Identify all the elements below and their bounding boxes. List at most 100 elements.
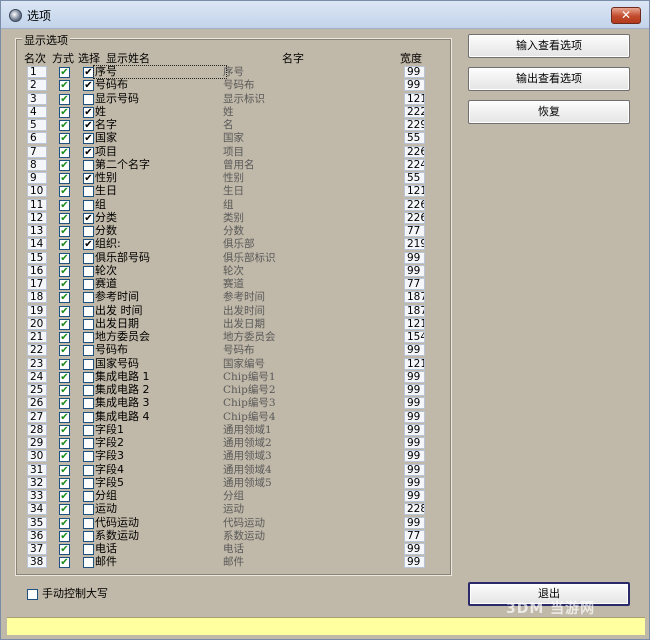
width-field[interactable]: 99 xyxy=(404,370,425,383)
import-view-options-button[interactable]: 输入查看选项 xyxy=(468,34,630,58)
mode-checkbox[interactable]: ✔ xyxy=(59,133,70,145)
width-field[interactable]: 99 xyxy=(404,556,425,569)
select-checkbox[interactable] xyxy=(83,438,94,449)
rank-field[interactable]: 33 xyxy=(27,490,47,502)
rank-field[interactable]: 35 xyxy=(27,516,47,529)
rank-field[interactable]: 11 xyxy=(27,198,47,211)
width-field[interactable]: 99 xyxy=(404,450,425,463)
width-field[interactable]: 226 xyxy=(404,145,425,158)
mode-checkbox[interactable]: ✔ xyxy=(59,557,70,569)
width-field[interactable]: 99 xyxy=(404,490,425,502)
width-field[interactable]: 226 xyxy=(404,211,425,224)
select-checkbox[interactable] xyxy=(83,318,94,330)
rank-field[interactable]: 38 xyxy=(27,556,47,569)
mode-checkbox[interactable]: ✔ xyxy=(59,504,70,516)
rank-field[interactable]: 28 xyxy=(27,423,47,436)
rank-field[interactable]: 27 xyxy=(27,410,47,423)
mode-checkbox[interactable]: ✔ xyxy=(59,239,70,251)
rank-field[interactable]: 26 xyxy=(27,397,47,410)
select-checkbox[interactable]: ✔ xyxy=(83,146,94,158)
rank-field[interactable]: 17 xyxy=(27,278,47,290)
width-field[interactable]: 154 xyxy=(404,331,425,343)
mode-checkbox[interactable]: ✔ xyxy=(59,451,70,463)
width-field[interactable]: 229 xyxy=(404,119,425,131)
mode-checkbox[interactable]: ✔ xyxy=(59,398,70,410)
mode-checkbox[interactable]: ✔ xyxy=(59,106,70,118)
mode-checkbox[interactable]: ✔ xyxy=(59,173,70,184)
select-checkbox[interactable] xyxy=(83,252,94,264)
width-field[interactable]: 121 xyxy=(404,317,425,330)
mode-checkbox[interactable]: ✔ xyxy=(59,438,70,449)
width-field[interactable]: 99 xyxy=(404,344,425,357)
mode-checkbox[interactable]: ✔ xyxy=(59,212,70,224)
rank-field[interactable]: 12 xyxy=(27,211,47,224)
select-checkbox[interactable] xyxy=(83,451,94,463)
select-checkbox[interactable] xyxy=(83,464,94,476)
rank-field[interactable]: 20 xyxy=(27,317,47,330)
mode-checkbox[interactable]: ✔ xyxy=(59,279,70,290)
select-checkbox[interactable] xyxy=(83,279,94,290)
select-checkbox[interactable]: ✔ xyxy=(83,133,94,145)
manual-caps-checkbox[interactable] xyxy=(27,588,38,600)
select-checkbox[interactable] xyxy=(83,504,94,516)
select-checkbox[interactable]: ✔ xyxy=(83,212,94,224)
rank-field[interactable]: 18 xyxy=(27,291,47,304)
mode-checkbox[interactable]: ✔ xyxy=(59,464,70,476)
select-checkbox[interactable] xyxy=(83,424,94,436)
mode-checkbox[interactable]: ✔ xyxy=(59,530,70,542)
rank-field[interactable]: 36 xyxy=(27,529,47,542)
rank-field[interactable]: 13 xyxy=(27,225,47,237)
mode-checkbox[interactable]: ✔ xyxy=(59,371,70,383)
rank-field[interactable]: 23 xyxy=(27,357,47,370)
mode-checkbox[interactable]: ✔ xyxy=(59,544,70,555)
width-field[interactable]: 99 xyxy=(404,476,425,489)
mode-checkbox[interactable]: ✔ xyxy=(59,292,70,304)
mode-checkbox[interactable]: ✔ xyxy=(59,146,70,158)
rank-field[interactable]: 37 xyxy=(27,543,47,555)
width-field[interactable]: 219 xyxy=(404,238,425,251)
mode-checkbox[interactable]: ✔ xyxy=(59,120,70,131)
mode-checkbox[interactable]: ✔ xyxy=(59,345,70,357)
width-field[interactable]: 55 xyxy=(404,132,425,145)
restore-button[interactable]: 恢复 xyxy=(468,100,630,124)
width-field[interactable]: 228 xyxy=(404,503,425,516)
width-field[interactable]: 99 xyxy=(404,397,425,410)
width-field[interactable]: 121 xyxy=(404,357,425,370)
rank-field[interactable]: 22 xyxy=(27,344,47,357)
width-field[interactable]: 99 xyxy=(404,264,425,277)
rank-field[interactable]: 14 xyxy=(27,238,47,251)
mode-checkbox[interactable]: ✔ xyxy=(59,385,70,396)
mode-checkbox[interactable]: ✔ xyxy=(59,67,70,78)
width-field[interactable]: 55 xyxy=(404,172,425,184)
mode-checkbox[interactable]: ✔ xyxy=(59,159,70,171)
select-checkbox[interactable] xyxy=(83,544,94,555)
select-checkbox[interactable] xyxy=(83,517,94,529)
width-field[interactable]: 77 xyxy=(404,529,425,542)
rank-field[interactable]: 7 xyxy=(27,145,47,158)
rank-field[interactable]: 8 xyxy=(27,158,47,171)
mode-checkbox[interactable]: ✔ xyxy=(59,305,70,317)
rank-field[interactable]: 25 xyxy=(27,384,47,396)
rank-field[interactable]: 2 xyxy=(27,79,47,92)
select-checkbox[interactable] xyxy=(83,477,94,489)
width-field[interactable]: 99 xyxy=(404,410,425,423)
rank-field[interactable]: 1 xyxy=(27,66,47,78)
width-field[interactable]: 99 xyxy=(404,463,425,476)
rank-field[interactable]: 3 xyxy=(27,92,47,105)
select-checkbox[interactable] xyxy=(83,199,94,211)
mode-checkbox[interactable]: ✔ xyxy=(59,265,70,277)
width-field[interactable]: 187 xyxy=(404,291,425,304)
select-checkbox[interactable] xyxy=(83,411,94,423)
width-field[interactable]: 187 xyxy=(404,304,425,317)
rank-field[interactable]: 30 xyxy=(27,450,47,463)
rank-field[interactable]: 29 xyxy=(27,437,47,449)
mode-checkbox[interactable]: ✔ xyxy=(59,186,70,198)
select-checkbox[interactable] xyxy=(83,385,94,396)
rank-field[interactable]: 4 xyxy=(27,105,47,118)
select-checkbox[interactable] xyxy=(83,371,94,383)
select-checkbox[interactable] xyxy=(83,332,94,343)
mode-checkbox[interactable]: ✔ xyxy=(59,411,70,423)
select-checkbox[interactable] xyxy=(83,398,94,410)
rank-field[interactable]: 31 xyxy=(27,463,47,476)
rank-field[interactable]: 16 xyxy=(27,264,47,277)
